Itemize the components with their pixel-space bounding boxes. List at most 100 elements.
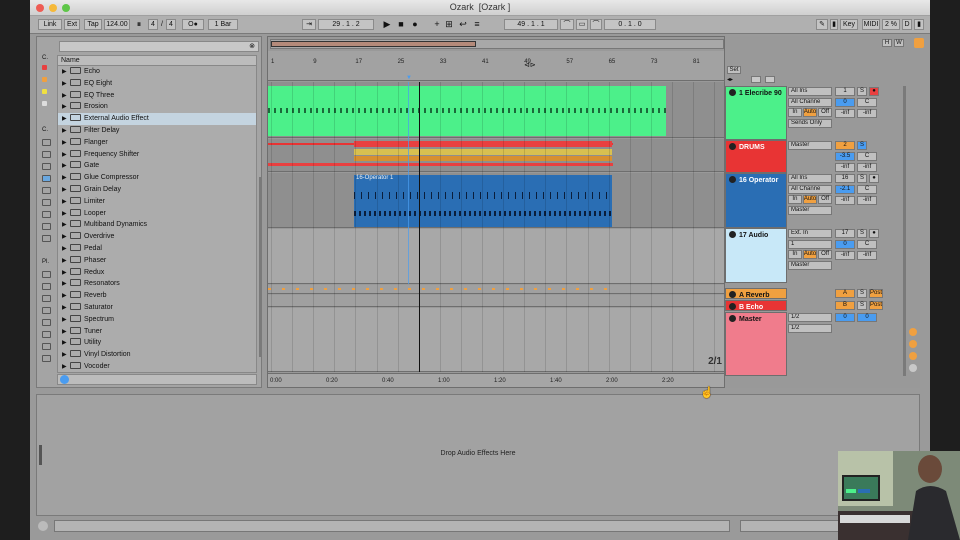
browser-item[interactable]: ▶ Reverb bbox=[58, 290, 256, 302]
monitor-off-button[interactable]: Off bbox=[818, 250, 832, 259]
start-marker-icon[interactable]: ▼ bbox=[406, 75, 412, 81]
user-library-icon[interactable] bbox=[42, 283, 51, 290]
follow-icon[interactable]: ⇥ bbox=[302, 19, 316, 30]
browser-name-header[interactable]: Name bbox=[58, 56, 256, 66]
pan-field[interactable]: C bbox=[857, 152, 877, 161]
track-header-1[interactable]: 1 Elecribe 90 bbox=[725, 86, 787, 140]
solo-button[interactable]: S bbox=[857, 87, 867, 96]
input-type-select[interactable]: Ext. In bbox=[788, 229, 832, 238]
mixer-toggle-icon[interactable] bbox=[909, 364, 917, 372]
nudge-icon[interactable]: ⏸ bbox=[133, 19, 145, 30]
position-field[interactable]: 29 . 1 . 2 bbox=[318, 19, 374, 30]
return-letter[interactable]: A bbox=[835, 289, 855, 298]
sig-numerator[interactable]: 4 bbox=[148, 19, 158, 30]
send-a-field[interactable]: -inf bbox=[835, 251, 855, 260]
output-select[interactable]: Master bbox=[788, 205, 832, 215]
browser-item[interactable]: ▶ Frequency Shifter bbox=[58, 149, 256, 161]
audio-effects-icon[interactable] bbox=[42, 175, 51, 182]
arm-button[interactable]: ● bbox=[869, 229, 879, 238]
browser-item[interactable]: ▶ Looper bbox=[58, 208, 256, 220]
browser-item[interactable]: ▶ Redux bbox=[58, 267, 256, 279]
folder-icon[interactable] bbox=[42, 307, 51, 314]
samples-icon[interactable] bbox=[42, 235, 51, 242]
instruments-icon[interactable] bbox=[42, 163, 51, 170]
midi-effects-icon[interactable] bbox=[42, 187, 51, 194]
fold-toggle-icon[interactable] bbox=[765, 76, 775, 83]
volume-field[interactable]: 0 bbox=[835, 98, 855, 107]
draw-mode-icon[interactable]: ✎ bbox=[816, 19, 828, 30]
device-scroll-handle[interactable] bbox=[39, 445, 42, 465]
drum-clip-2[interactable] bbox=[354, 149, 612, 155]
drum-clip-1[interactable] bbox=[354, 141, 612, 147]
track-header-operator[interactable]: 16 Operator bbox=[725, 173, 787, 228]
pan-field[interactable]: C bbox=[857, 185, 877, 194]
browser-item[interactable]: ▶ Multiband Dynamics bbox=[58, 219, 256, 231]
drums-icon[interactable] bbox=[42, 151, 51, 158]
hide-button[interactable]: H bbox=[882, 39, 892, 47]
folder-icon-5[interactable] bbox=[42, 355, 51, 362]
midi-map-button[interactable]: MIDI bbox=[862, 19, 880, 30]
arm-button[interactable]: ● bbox=[869, 87, 879, 96]
play-button[interactable]: ▶ bbox=[382, 19, 392, 30]
wrap-button[interactable]: W bbox=[894, 39, 904, 47]
clip-operator[interactable]: 16-Operator 1 bbox=[354, 175, 612, 227]
track-lane-audio[interactable] bbox=[268, 229, 724, 284]
returns-toggle-icon[interactable] bbox=[909, 352, 917, 360]
master-volume-field[interactable]: 0 bbox=[835, 313, 855, 322]
info-view-icon[interactable] bbox=[38, 521, 48, 531]
punch-out-icon[interactable]: ⌒ bbox=[590, 19, 602, 30]
browser-item[interactable]: ▶ Grain Delay bbox=[58, 184, 256, 196]
fold-arrow-icon[interactable] bbox=[729, 143, 736, 150]
stop-button[interactable]: ■ bbox=[396, 19, 406, 30]
input-channel-select[interactable]: All Channe bbox=[788, 184, 832, 194]
browser-item[interactable]: ▶ Overdrive bbox=[58, 231, 256, 243]
monitor-in-button[interactable]: In bbox=[788, 195, 802, 204]
volume-field[interactable]: -3.5 bbox=[835, 152, 855, 161]
tap-tempo-button[interactable]: Tap bbox=[84, 19, 102, 30]
master-lane[interactable]: 2/1 bbox=[268, 308, 724, 372]
track-header-audio[interactable]: 17 Audio bbox=[725, 228, 787, 283]
track-number[interactable]: 16 bbox=[835, 174, 855, 183]
quantize-select[interactable]: 1 Bar bbox=[208, 19, 238, 30]
beat-ruler[interactable]: 1 9 17 25 33 41 49 57 65 73 81 ⊲⊳ ▼ bbox=[268, 51, 724, 81]
browser-search-input[interactable]: ⊗ bbox=[59, 41, 259, 52]
send-b-field[interactable]: -inf bbox=[857, 251, 877, 260]
current-project-icon[interactable] bbox=[42, 295, 51, 302]
browser-item[interactable]: ▶ Utility bbox=[58, 337, 256, 349]
return-header-b[interactable]: B Echo bbox=[725, 300, 787, 311]
arm-button[interactable]: ● bbox=[869, 174, 879, 183]
clip-track-1[interactable] bbox=[268, 86, 666, 136]
track-scrollbar[interactable] bbox=[903, 86, 906, 376]
solo-button[interactable]: S bbox=[857, 174, 867, 183]
return-lane-b[interactable] bbox=[268, 295, 724, 307]
view-toggle-icon[interactable] bbox=[914, 38, 924, 48]
fold-arrow-icon[interactable] bbox=[729, 315, 736, 322]
master-header[interactable]: Master bbox=[725, 312, 787, 376]
browser-item[interactable]: ▶ EQ Eight bbox=[58, 78, 256, 90]
collection-yellow-icon[interactable] bbox=[42, 89, 47, 94]
loop-start-field[interactable]: 49 . 1 . 1 bbox=[504, 19, 558, 30]
input-channel-select[interactable]: 1 bbox=[788, 239, 832, 249]
track-lane-1[interactable] bbox=[268, 82, 724, 138]
monitor-auto-button[interactable]: Auto bbox=[802, 195, 818, 204]
send-a-field[interactable]: -inf bbox=[835, 163, 855, 172]
folder-icon-3[interactable] bbox=[42, 331, 51, 338]
punch-in-icon[interactable]: ⌒ bbox=[560, 19, 574, 30]
solo-button[interactable]: S bbox=[857, 301, 867, 310]
loop-switch-icon[interactable]: ▭ bbox=[576, 19, 588, 30]
monitor-off-button[interactable]: Off bbox=[818, 195, 832, 204]
browser-item[interactable]: ▶ Erosion bbox=[58, 101, 256, 113]
io-toggle-icon[interactable] bbox=[909, 328, 917, 336]
send-b-field[interactable]: -inf bbox=[857, 109, 877, 118]
expand-arrow-icon[interactable]: ▶ bbox=[62, 362, 70, 372]
fold-arrow-icon[interactable] bbox=[729, 89, 736, 96]
max-for-live-icon[interactable] bbox=[42, 199, 51, 206]
fold-arrow-icon[interactable] bbox=[729, 231, 736, 238]
sig-denominator[interactable]: 4 bbox=[166, 19, 176, 30]
folder-icon-4[interactable] bbox=[42, 343, 51, 350]
monitor-auto-button[interactable]: Auto bbox=[802, 250, 818, 259]
overdub-icon[interactable]: + bbox=[432, 19, 442, 30]
send-b-field[interactable]: -inf bbox=[857, 196, 877, 205]
output-select[interactable]: Sends Only bbox=[788, 118, 832, 128]
arrangement-overview[interactable] bbox=[270, 39, 724, 49]
